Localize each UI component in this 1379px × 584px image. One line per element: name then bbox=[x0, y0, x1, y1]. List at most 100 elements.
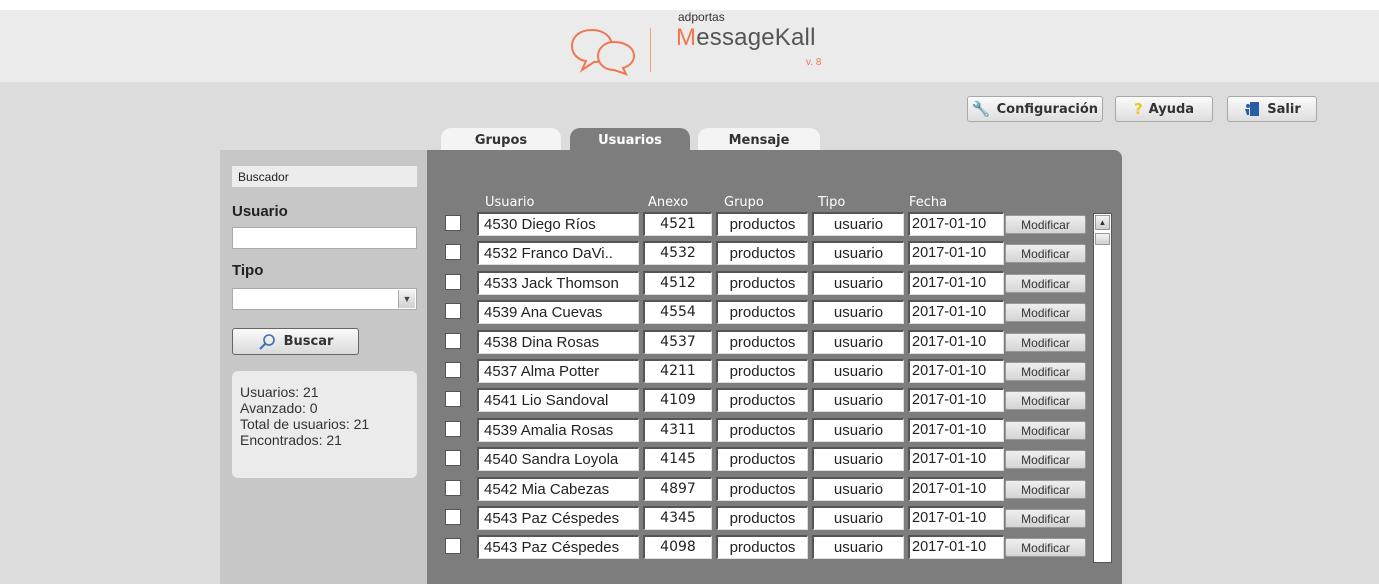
cell-grupo: productos bbox=[716, 359, 808, 383]
row-checkbox[interactable] bbox=[445, 244, 461, 260]
search-button[interactable]: Buscar bbox=[232, 328, 359, 355]
type-select[interactable]: ▼ bbox=[232, 288, 417, 310]
scroll-up-arrow-icon[interactable]: ▲ bbox=[1095, 215, 1110, 230]
row-checkbox[interactable] bbox=[445, 421, 461, 437]
logout-button[interactable]: Salir bbox=[1227, 96, 1317, 122]
table-row: 4541 Lio Sandoval 4109 productos usuario 201… bbox=[441, 388, 1091, 414]
brand-company: adportas bbox=[678, 10, 725, 24]
cell-usuario: 4537 Alma Potter bbox=[477, 359, 639, 383]
brand-name: MessageKall bbox=[676, 24, 816, 52]
cell-tipo: usuario bbox=[812, 506, 904, 530]
exit-door-icon bbox=[1245, 102, 1260, 116]
cell-tipo: usuario bbox=[812, 212, 904, 236]
modify-button[interactable]: Modificar bbox=[1005, 391, 1086, 410]
stat-avanzado: Avanzado: 0 bbox=[240, 400, 318, 416]
table-row: 4543 Paz Céspedes 4098 productos usuario 201… bbox=[441, 535, 1091, 561]
cell-usuario: 4532 Franco DaVi.. bbox=[477, 241, 639, 265]
table-row: 4532 Franco DaVi.. 4532 productos usuario 20… bbox=[441, 241, 1091, 267]
cell-tipo: usuario bbox=[812, 271, 904, 295]
row-checkbox[interactable] bbox=[445, 303, 461, 319]
row-checkbox[interactable] bbox=[445, 333, 461, 349]
row-checkbox[interactable] bbox=[445, 362, 461, 378]
cell-tipo: usuario bbox=[812, 241, 904, 265]
cell-fecha: 2017-01-10 bbox=[908, 418, 1004, 442]
modify-button[interactable]: Modificar bbox=[1005, 333, 1086, 352]
modify-button[interactable]: Modificar bbox=[1005, 274, 1086, 293]
type-field-label: Tipo bbox=[232, 262, 264, 279]
row-checkbox[interactable] bbox=[445, 274, 461, 290]
column-header-tipo: Tipo bbox=[818, 195, 846, 210]
column-header-grupo: Grupo bbox=[724, 195, 764, 210]
tab-usuarios[interactable]: Usuarios bbox=[570, 128, 690, 152]
cell-usuario: 4542 Mia Cabezas bbox=[477, 477, 639, 501]
cell-tipo: usuario bbox=[812, 300, 904, 324]
cell-anexo: 4521 bbox=[643, 212, 712, 236]
cell-tipo: usuario bbox=[812, 359, 904, 383]
help-button[interactable]: ? Ayuda bbox=[1115, 96, 1213, 122]
modify-button[interactable]: Modificar bbox=[1005, 215, 1086, 234]
cell-fecha: 2017-01-10 bbox=[908, 506, 1004, 530]
modify-button[interactable]: Modificar bbox=[1005, 244, 1086, 263]
cell-usuario: 4541 Lio Sandoval bbox=[477, 388, 639, 412]
cell-usuario: 4538 Dina Rosas bbox=[477, 330, 639, 354]
cell-anexo: 4532 bbox=[643, 241, 712, 265]
stat-usuarios: Usuarios: 21 bbox=[240, 384, 319, 400]
scroll-thumb[interactable] bbox=[1095, 233, 1110, 245]
chevron-down-icon[interactable]: ▼ bbox=[398, 290, 415, 308]
modify-button[interactable]: Modificar bbox=[1005, 450, 1086, 469]
cell-anexo: 4554 bbox=[643, 300, 712, 324]
cell-usuario: 4530 Diego Ríos bbox=[477, 212, 639, 236]
cell-grupo: productos bbox=[716, 535, 808, 559]
logout-button-label: Salir bbox=[1267, 101, 1301, 117]
cell-grupo: productos bbox=[716, 300, 808, 324]
table-row: 4543 Paz Céspedes 4345 productos usuario 201… bbox=[441, 506, 1091, 532]
table-row: 4530 Diego Ríos 4521 productos usuario 2017-… bbox=[441, 212, 1091, 238]
column-header-fecha: Fecha bbox=[909, 195, 948, 210]
cell-grupo: productos bbox=[716, 506, 808, 530]
cell-fecha: 2017-01-10 bbox=[908, 388, 1004, 412]
modify-button[interactable]: Modificar bbox=[1005, 480, 1086, 499]
cell-anexo: 4537 bbox=[643, 330, 712, 354]
column-header-anexo: Anexo bbox=[648, 195, 689, 210]
stats-box: Usuarios: 21 Avanzado: 0 Total de usuari… bbox=[232, 371, 417, 478]
cell-fecha: 2017-01-10 bbox=[908, 359, 1004, 383]
table-row: 4537 Alma Potter 4211 productos usuario 2017… bbox=[441, 359, 1091, 385]
config-button[interactable]: 🔧 Configuración bbox=[967, 96, 1103, 122]
search-button-label: Buscar bbox=[283, 334, 334, 349]
cell-anexo: 4109 bbox=[643, 388, 712, 412]
row-checkbox[interactable] bbox=[445, 391, 461, 407]
table-row: 4539 Ana Cuevas 4554 productos usuario 2017-… bbox=[441, 300, 1091, 326]
cell-fecha: 2017-01-10 bbox=[908, 477, 1004, 501]
cell-grupo: productos bbox=[716, 212, 808, 236]
cell-usuario: 4539 Amalia Rosas bbox=[477, 418, 639, 442]
cell-fecha: 2017-01-10 bbox=[908, 241, 1004, 265]
cell-grupo: productos bbox=[716, 388, 808, 412]
cell-fecha: 2017-01-10 bbox=[908, 300, 1004, 324]
cell-anexo: 4512 bbox=[643, 271, 712, 295]
cell-grupo: productos bbox=[716, 447, 808, 471]
magnifier-icon bbox=[258, 333, 275, 350]
row-checkbox[interactable] bbox=[445, 450, 461, 466]
stat-encontrados: Encontrados: 21 bbox=[240, 432, 342, 448]
tab-grupos[interactable]: Grupos bbox=[441, 128, 561, 152]
logo-separator bbox=[650, 28, 651, 72]
cell-tipo: usuario bbox=[812, 418, 904, 442]
cell-tipo: usuario bbox=[812, 535, 904, 559]
row-checkbox[interactable] bbox=[445, 509, 461, 525]
table-scrollbar[interactable]: ▲ bbox=[1093, 213, 1112, 563]
modify-button[interactable]: Modificar bbox=[1005, 421, 1086, 440]
cell-fecha: 2017-01-10 bbox=[908, 447, 1004, 471]
modify-button[interactable]: Modificar bbox=[1005, 303, 1086, 322]
row-checkbox[interactable] bbox=[445, 538, 461, 554]
user-search-input[interactable] bbox=[232, 227, 417, 249]
brand-initial: M bbox=[676, 24, 697, 51]
cell-usuario: 4543 Paz Céspedes bbox=[477, 535, 639, 559]
table-row: 4533 Jack Thomson 4512 productos usuario 201… bbox=[441, 271, 1091, 297]
row-checkbox[interactable] bbox=[445, 480, 461, 496]
row-checkbox[interactable] bbox=[445, 215, 461, 231]
modify-button[interactable]: Modificar bbox=[1005, 509, 1086, 528]
cell-fecha: 2017-01-10 bbox=[908, 330, 1004, 354]
modify-button[interactable]: Modificar bbox=[1005, 362, 1086, 381]
modify-button[interactable]: Modificar bbox=[1005, 538, 1086, 557]
tab-mensaje[interactable]: Mensaje bbox=[698, 128, 820, 152]
